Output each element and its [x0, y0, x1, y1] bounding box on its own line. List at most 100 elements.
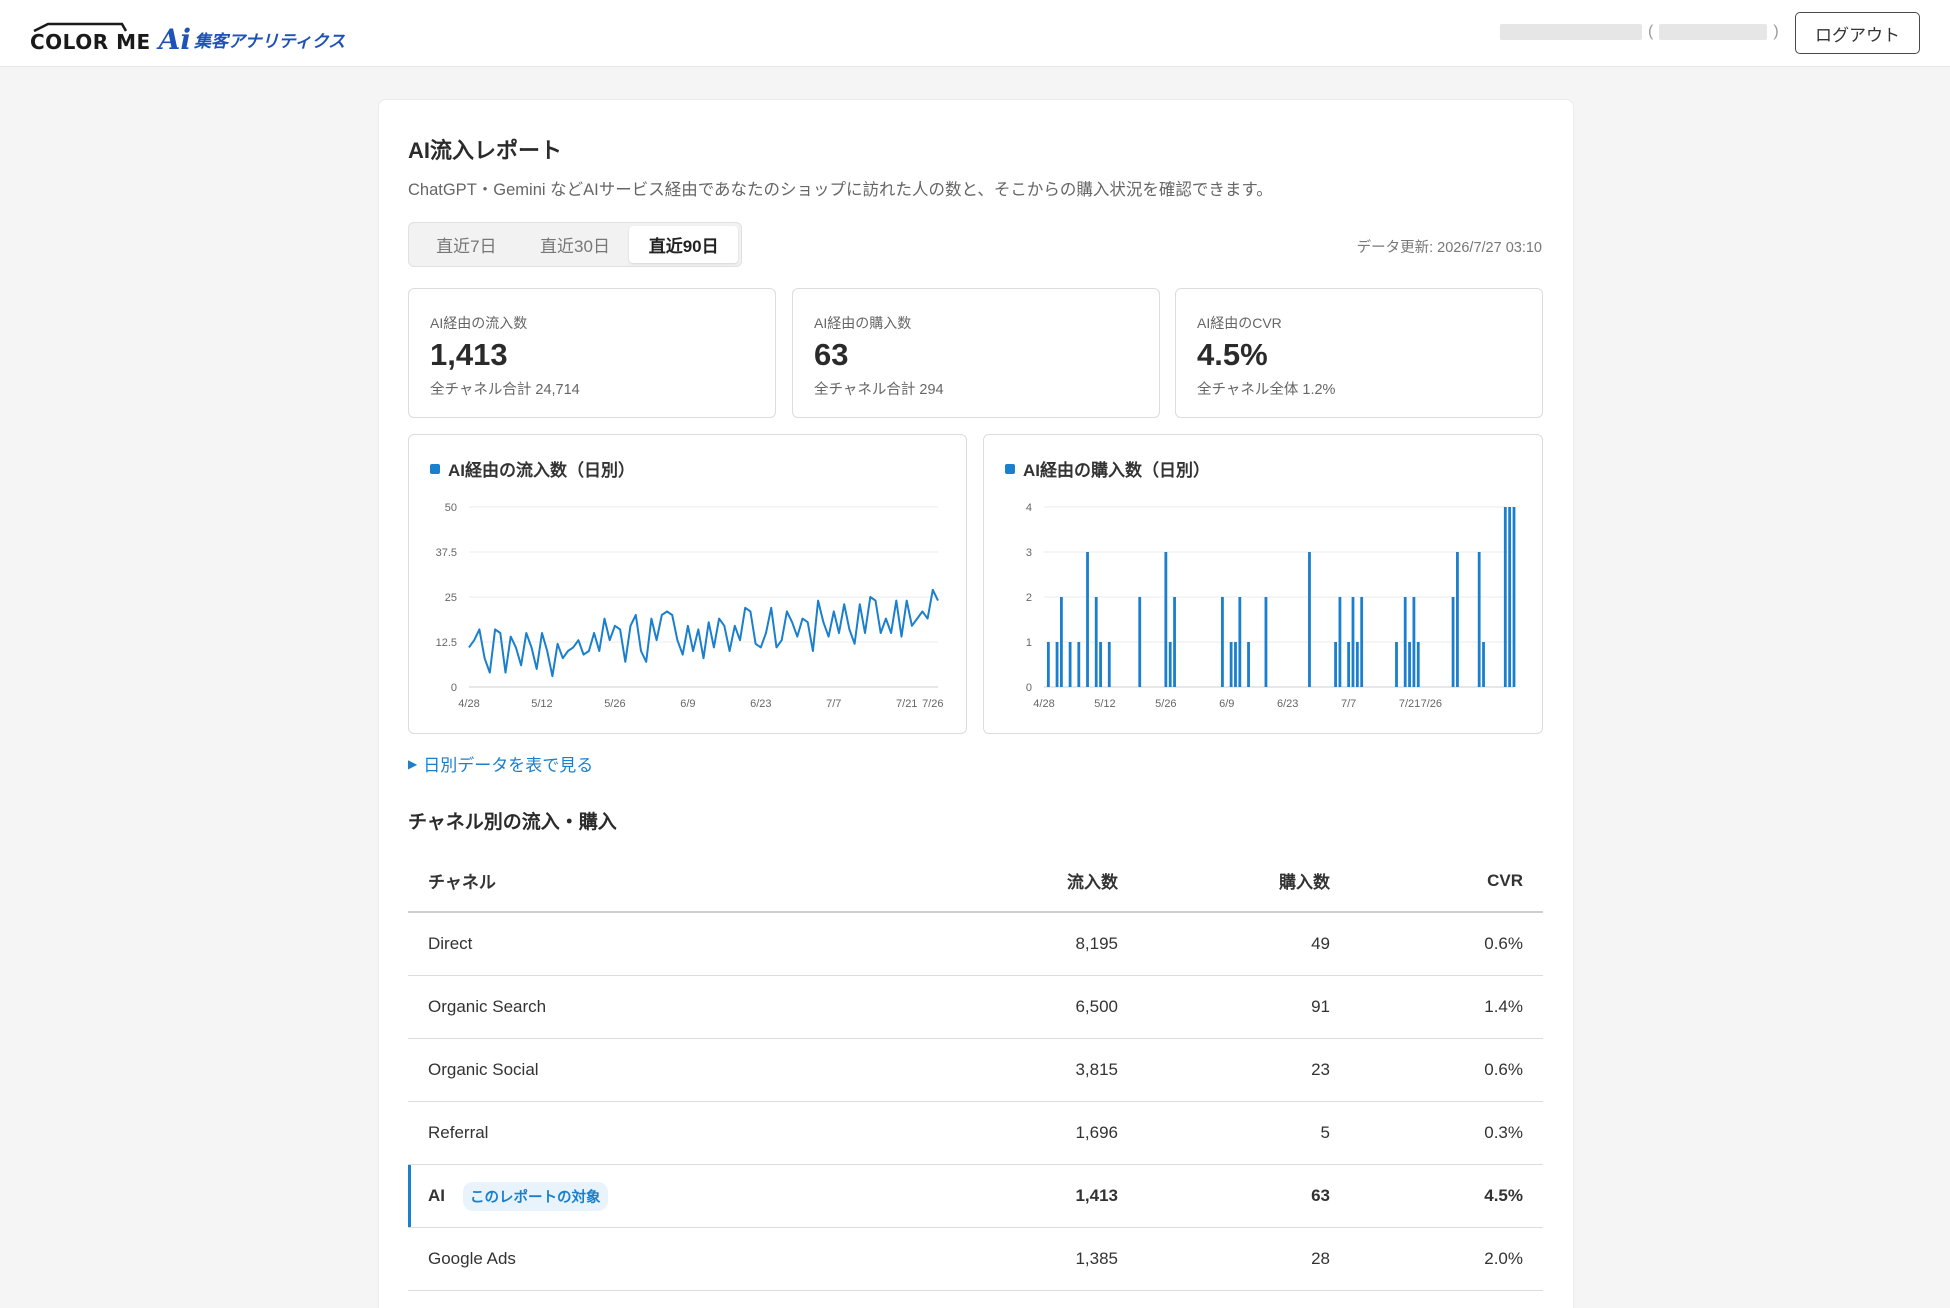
- y-tick-label: 12.5: [436, 637, 457, 649]
- purchase-bar: [1238, 597, 1242, 687]
- kpi-card-cvr: AI経由のCVR 4.5% 全チャネル全体 1.2%: [1175, 288, 1543, 418]
- purchase-bar: [1482, 642, 1485, 687]
- logout-button[interactable]: ログアウト: [1795, 12, 1920, 54]
- purchase-bar: [1477, 552, 1481, 687]
- purchase-bar: [1164, 552, 1168, 687]
- purchase-bar: [1308, 552, 1311, 687]
- x-tick-label: 7/21: [896, 698, 917, 710]
- paren-close: ): [1773, 23, 1779, 40]
- purchase-bar: [1221, 597, 1224, 687]
- purchase-bar: [1503, 507, 1507, 687]
- purchase-bar: [1247, 642, 1250, 687]
- purchase-bar: [1138, 597, 1142, 687]
- cell-channel: Referral: [428, 1123, 489, 1142]
- brand-logo[interactable]: COLOR ME Ai 集客アナリティクス: [30, 18, 346, 56]
- kpi-label: AI経由のCVR: [1197, 315, 1282, 331]
- y-tick-label: 50: [445, 502, 457, 514]
- table-row: Direct 8,195 49 0.6%: [408, 913, 1543, 976]
- kpi-label: AI経由の購入数: [814, 315, 912, 331]
- purchase-bar: [1086, 552, 1089, 687]
- brand-colorme: COLOR ME: [30, 22, 151, 52]
- brand-subtitle: 集客アナリティクス: [194, 32, 346, 51]
- chart-title-text: AI経由の購入数（日別）: [1023, 461, 1210, 480]
- x-tick-label: 7/26: [922, 698, 943, 710]
- y-tick-label: 2: [1026, 592, 1032, 604]
- x-tick-label: 5/26: [1155, 698, 1176, 710]
- cell-purchases: 23: [1311, 1060, 1330, 1079]
- user-name-redacted: [1500, 24, 1642, 40]
- cell-cvr: 0.6%: [1484, 1060, 1523, 1079]
- purchase-bar: [1068, 642, 1072, 687]
- shop-id-redacted: [1659, 24, 1768, 40]
- period-90d-button[interactable]: 直近90日: [629, 226, 739, 263]
- channel-table: チャネル 流入数 購入数 CVR Direct 8,195 49 0.6% Or…: [408, 850, 1543, 1291]
- cell-purchases: 28: [1311, 1249, 1330, 1268]
- purchase-bar: [1412, 597, 1416, 687]
- table-row: Google Ads 1,385 28 2.0%: [408, 1228, 1543, 1291]
- cell-cvr: 0.3%: [1484, 1123, 1523, 1142]
- cell-cvr: 0.6%: [1484, 934, 1523, 953]
- cell-inflow: 8,195: [1075, 934, 1118, 953]
- period-30d-button[interactable]: 直近30日: [521, 226, 630, 263]
- data-updated: データ更新: 2026/7/27 03:10: [1356, 240, 1542, 256]
- purchase-bar: [1351, 597, 1355, 687]
- purchase-bar: [1347, 642, 1351, 687]
- kpi-sub: 全チャネル全体 1.2%: [1197, 382, 1336, 398]
- purchase-bar: [1264, 597, 1268, 687]
- user-info: ( ): [1500, 22, 1779, 42]
- x-tick-label: 7/21: [1399, 698, 1420, 710]
- cell-channel: Organic Social: [428, 1060, 539, 1079]
- x-tick-label: 7/26: [1421, 698, 1442, 710]
- legend-square-icon: [1005, 463, 1015, 474]
- header-purchases: 購入数: [1279, 873, 1330, 892]
- kpi-value: 63: [814, 337, 849, 372]
- purchase-bar: [1234, 642, 1237, 687]
- table-row: Organic Search 6,500 91 1.4%: [408, 976, 1543, 1039]
- header-cvr: CVR: [1487, 870, 1523, 890]
- x-tick-label: 6/23: [750, 698, 771, 710]
- purchase-bar: [1395, 642, 1398, 687]
- page-title: AI流入レポート: [408, 138, 563, 163]
- y-tick-label: 0: [1026, 682, 1032, 694]
- kpi-card-inflow: AI経由の流入数 1,413 全チャネル合計 24,714: [408, 288, 776, 418]
- inflow-series-line: [468, 588, 939, 678]
- cell-inflow: 1,413: [1075, 1186, 1118, 1205]
- cell-channel-text: AI: [428, 1186, 445, 1205]
- y-tick-label: 37.5: [436, 547, 457, 559]
- purchase-bar: [1077, 642, 1081, 687]
- purchase-bar: [1408, 642, 1411, 687]
- x-tick-label: 7/7: [1341, 698, 1356, 710]
- purchase-bar: [1334, 642, 1337, 687]
- cell-cvr: 2.0%: [1484, 1249, 1523, 1268]
- x-tick-label: 4/28: [458, 698, 479, 710]
- cell-purchases: 63: [1311, 1186, 1330, 1205]
- kpi-value: 4.5%: [1197, 337, 1268, 372]
- table-row: Referral 1,696 5 0.3%: [408, 1102, 1543, 1165]
- purchase-bar: [1416, 642, 1420, 687]
- report-target-badge: このレポートの対象: [463, 1181, 608, 1211]
- cell-inflow: 6,500: [1075, 997, 1118, 1016]
- chart-title-text: AI経由の流入数（日別）: [448, 461, 635, 480]
- x-tick-label: 6/9: [680, 698, 695, 710]
- paren-open: (: [1648, 23, 1654, 40]
- purchase-bar: [1168, 642, 1172, 687]
- kpi-sub: 全チャネル合計 24,714: [430, 382, 580, 398]
- toggle-label: 日別データを表で見る: [423, 756, 594, 775]
- purchase-bar: [1512, 507, 1516, 687]
- table-row-highlighted: AI このレポートの対象 1,413 63 4.5%: [408, 1165, 1543, 1228]
- x-tick-label: 6/23: [1277, 698, 1298, 710]
- kpi-sub: 全チャネル合計 294: [814, 382, 944, 398]
- cell-inflow: 1,696: [1075, 1123, 1118, 1142]
- table-row: Organic Social 3,815 23 0.6%: [408, 1039, 1543, 1102]
- cell-inflow: 3,815: [1075, 1060, 1118, 1079]
- cell-purchases: 49: [1311, 934, 1330, 953]
- y-tick-label: 4: [1026, 502, 1032, 514]
- x-tick-label: 5/12: [531, 698, 552, 710]
- brand-ai: Ai: [158, 22, 192, 56]
- daily-table-toggle[interactable]: ▶ 日別データを表で見る: [408, 751, 593, 776]
- header-channel: チャネル: [428, 873, 496, 892]
- kpi-card-purchases: AI経由の購入数 63 全チャネル合計 294: [792, 288, 1160, 418]
- page-description: ChatGPT・Gemini などAIサービス経由であなたのショップに訪れた人の…: [408, 181, 1273, 199]
- period-7d-button[interactable]: 直近7日: [412, 226, 521, 263]
- purchase-bar: [1451, 597, 1455, 687]
